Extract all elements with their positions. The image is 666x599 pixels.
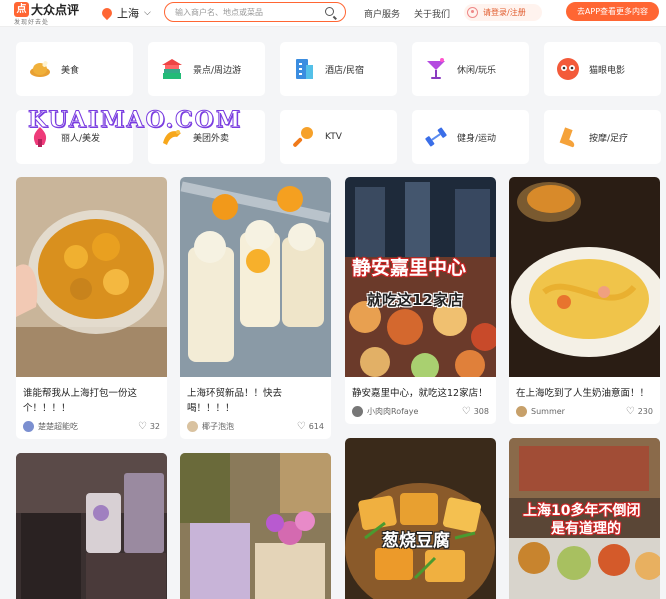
cocktail-icon <box>424 57 448 81</box>
post-image: 葱烧豆腐 <box>345 438 496 599</box>
user-avatar <box>516 405 527 417</box>
feed-card[interactable]: 上海环贸新品！！快去喝！！！！ 椰子泡泡 ♡ 614 <box>180 177 331 439</box>
roast-chicken-icon <box>28 57 52 81</box>
login-label: 请登录/注册 <box>483 8 526 17</box>
like-count: 308 <box>473 406 489 416</box>
category-label: 健身/运动 <box>457 133 497 144</box>
category-meituan-waimai[interactable]: 美团外卖 <box>148 110 265 164</box>
post-title: 上海环贸新品！！快去喝！！！！ <box>187 388 283 414</box>
user-avatar <box>187 420 198 432</box>
post-meta: 椰子泡泡 ♡ 614 <box>187 419 324 433</box>
top-header: 点 大众点评 发现好去处 上海 ⌵ 商户服务 关于我们 请登录/注册 去APP查… <box>0 0 666 27</box>
search-input[interactable] <box>175 5 315 19</box>
kangaroo-icon <box>160 125 184 149</box>
category-food[interactable]: 美食 <box>16 42 133 96</box>
post-author[interactable]: 楚楚超能吃 <box>38 421 138 432</box>
post-title: 静安嘉里中心，就吃这12家店！ <box>352 388 488 399</box>
merchant-service-link[interactable]: 商户服务 <box>364 7 400 20</box>
post-title: 在上海吃到了人生奶油意面！！ <box>516 388 650 399</box>
image-overlay-text: 葱烧豆腐 <box>382 531 450 551</box>
about-us-link[interactable]: 关于我们 <box>414 7 450 20</box>
image-overlay-text: 静安嘉里中心 <box>352 257 467 279</box>
image-overlay-subtext: 就吃这12家店 <box>367 291 463 309</box>
feed-card[interactable]: 谁能帮我从上海打包一份这个！！！！ 楚楚超能吃 ♡ 32 <box>16 177 167 439</box>
post-image <box>16 453 167 599</box>
category-label: 美食 <box>61 65 80 76</box>
post-image <box>180 177 331 377</box>
like-count: 230 <box>637 406 653 416</box>
microphone-icon <box>292 125 316 149</box>
lipstick-icon <box>28 125 52 149</box>
category-label: 休闲/玩乐 <box>457 65 497 76</box>
temple-icon <box>160 57 184 81</box>
heart-icon[interactable]: ♡ <box>462 406 471 417</box>
like-count: 32 <box>149 421 160 431</box>
feed-card[interactable] <box>180 453 331 599</box>
logo-name: 大众点评 <box>31 3 80 17</box>
dumbbell-icon <box>424 125 448 149</box>
post-meta: 小肉肉Rofaye ♡ 308 <box>352 404 489 418</box>
heart-icon[interactable]: ♡ <box>138 421 147 432</box>
category-label: 景点/周边游 <box>193 65 242 76</box>
user-avatar <box>352 405 363 417</box>
logo-slogan: 发现好去处 <box>14 19 50 26</box>
feed-card[interactable]: 在上海吃到了人生奶油意面！！ Summer ♡ 230 <box>509 177 660 424</box>
category-label: 酒店/民宿 <box>325 65 365 76</box>
post-author[interactable]: 小肉肉Rofaye <box>367 406 462 417</box>
user-avatar-icon <box>467 7 478 18</box>
category-label: KTV <box>325 132 342 142</box>
post-author[interactable]: Summer <box>531 407 626 416</box>
category-label: 按摩/足疗 <box>589 133 629 144</box>
location-pin-icon <box>99 5 115 21</box>
image-overlay-text: 上海10多年不倒闭 <box>523 503 641 519</box>
foot-icon <box>556 125 580 149</box>
search-icon[interactable] <box>325 7 334 16</box>
feed-card[interactable]: 葱烧豆腐 <box>345 438 496 599</box>
category-attractions[interactable]: 景点/周边游 <box>148 42 265 96</box>
category-beauty[interactable]: 丽人/美发 <box>16 110 133 164</box>
category-label: 美团外卖 <box>193 133 230 144</box>
post-image: 上海10多年不倒闭 是有道理的 <box>509 438 660 599</box>
like-count: 614 <box>308 421 324 431</box>
post-image <box>16 177 167 377</box>
category-massage[interactable]: 按摩/足疗 <box>544 110 661 164</box>
category-label: 丽人/美发 <box>61 133 101 144</box>
search-box <box>164 2 346 22</box>
dianping-logo-icon: 点 <box>14 2 29 17</box>
image-overlay-subtext: 是有道理的 <box>551 521 621 537</box>
login-button[interactable]: 请登录/注册 <box>464 4 542 21</box>
post-meta: Summer ♡ 230 <box>516 404 653 418</box>
category-label: 猫眼电影 <box>589 65 626 76</box>
maoyan-owl-icon <box>556 57 580 81</box>
post-title: 谁能帮我从上海打包一份这个！！！！ <box>23 388 138 414</box>
category-maoyan-movie[interactable]: 猫眼电影 <box>544 42 661 96</box>
dianping-logo[interactable]: 点 大众点评 发现好去处 <box>14 1 84 26</box>
category-ktv[interactable]: KTV <box>280 110 397 164</box>
feed-card[interactable]: 静安嘉里中心 就吃这12家店 静安嘉里中心，就吃这12家店！ 小肉肉Rofaye… <box>345 177 496 424</box>
post-meta: 楚楚超能吃 ♡ 32 <box>23 419 160 433</box>
hotel-building-icon <box>292 57 316 81</box>
post-image <box>509 177 660 377</box>
feed-card[interactable]: 上海10多年不倒闭 是有道理的 <box>509 438 660 599</box>
open-app-button[interactable]: 去APP查看更多内容 <box>566 2 659 21</box>
post-image <box>180 453 331 599</box>
category-hotel[interactable]: 酒店/民宿 <box>280 42 397 96</box>
feed-card[interactable] <box>16 453 167 599</box>
post-image: 静安嘉里中心 就吃这12家店 <box>345 177 496 377</box>
user-avatar <box>23 420 34 432</box>
city-selector[interactable]: 上海 ⌵ <box>99 5 151 21</box>
city-name: 上海 <box>117 7 139 20</box>
category-leisure[interactable]: 休闲/玩乐 <box>412 42 529 96</box>
heart-icon[interactable]: ♡ <box>297 421 306 432</box>
post-author[interactable]: 椰子泡泡 <box>202 421 297 432</box>
heart-icon[interactable]: ♡ <box>626 406 635 417</box>
category-fitness[interactable]: 健身/运动 <box>412 110 529 164</box>
chevron-down-icon: ⌵ <box>144 8 151 18</box>
